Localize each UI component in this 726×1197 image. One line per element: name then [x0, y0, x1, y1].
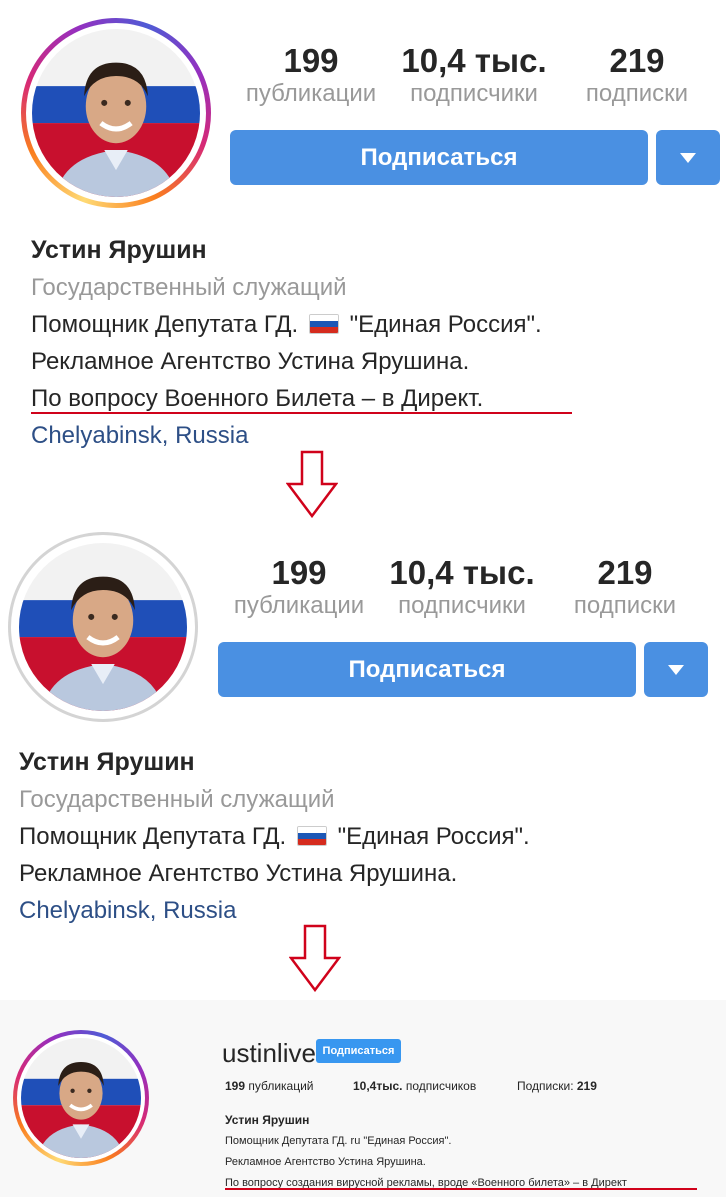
followers-count: 10,4 тыс.: [401, 42, 547, 79]
stat-following[interactable]: 219 подписки: [562, 554, 688, 620]
down-arrow-icon: [289, 924, 341, 992]
posts-label: публикации: [233, 592, 365, 619]
bio-section: Устин Ярушин Государственный служащий По…: [19, 744, 709, 929]
bio-section: Устин Ярушин Помощник Депутата ГД. ru "Е…: [225, 1110, 627, 1194]
avatar-story-ring[interactable]: [13, 1030, 149, 1166]
bio-line-1-prefix: Помощник Депутата ГД.: [19, 823, 287, 850]
bio-line-3-highlight: По вопросу Военного Билета – в Директ: [31, 385, 477, 412]
caret-down-icon: [680, 152, 696, 163]
profile-name: Устин Ярушин: [19, 748, 195, 776]
stat-followers[interactable]: 10,4 тыс. подписчики: [397, 42, 551, 108]
following-count: 219: [597, 554, 653, 591]
suggestions-dropdown-button[interactable]: [644, 642, 708, 697]
profile-name: Устин Ярушин: [31, 236, 207, 264]
bio-line-2: Рекламное Агентство Устина Ярушина.: [225, 1156, 426, 1168]
profile-panel-original: 199 публикации 10,4 тыс. подписчики 219 …: [0, 0, 726, 460]
bio-line-1: Помощник Депутата ГД. "Единая Россия".: [31, 306, 711, 343]
avatar-ring[interactable]: [8, 532, 198, 722]
avatar[interactable]: [21, 1038, 141, 1158]
stat-following[interactable]: Подписки: 219: [517, 1079, 597, 1093]
bio-line-1-prefix: Помощник Депутата ГД.: [31, 311, 299, 338]
russia-flag-icon: [308, 314, 339, 334]
posts-label: публикации: [245, 80, 377, 107]
stat-followers[interactable]: 10,4 тыс. подписчики: [385, 554, 539, 620]
profile-panel-edited: 199 публикации 10,4 тыс. подписчики 219 …: [0, 528, 726, 933]
stat-posts[interactable]: 199 публикаций: [225, 1079, 314, 1093]
following-label: Подписки:: [517, 1079, 574, 1093]
avatar-story-ring[interactable]: [21, 18, 211, 208]
profile-category: Государственный служащий: [19, 786, 335, 813]
suggestions-dropdown-button[interactable]: [656, 130, 720, 185]
avatar[interactable]: [19, 543, 187, 711]
down-arrow-icon: [286, 450, 338, 518]
followers-label: подписчики: [398, 592, 526, 619]
profile-panel-web: ustinlive Подписаться 199 публикаций 10,…: [0, 1000, 726, 1197]
stat-posts[interactable]: 199 публикации: [224, 554, 374, 620]
stat-posts[interactable]: 199 публикации: [236, 42, 386, 108]
russia-flag-icon: [296, 826, 327, 846]
location-link[interactable]: Chelyabinsk, Russia: [31, 417, 711, 454]
red-underline-annotation: [31, 412, 572, 414]
follow-button[interactable]: Подписаться: [218, 642, 636, 697]
red-underline-annotation: [225, 1188, 697, 1190]
avatar[interactable]: [32, 29, 200, 197]
posts-label: публикаций: [248, 1079, 314, 1093]
caret-down-icon: [668, 664, 684, 675]
posts-count: 199: [283, 42, 339, 79]
stat-following[interactable]: 219 подписки: [574, 42, 700, 108]
bio-line-2: Рекламное Агентство Устина Ярушина.: [31, 348, 470, 375]
bio-line-1: Помощник Депутата ГД. "Единая Россия".: [19, 818, 709, 855]
location-link[interactable]: Chelyabinsk, Russia: [19, 892, 709, 929]
follow-button[interactable]: Подписаться: [230, 130, 648, 185]
avatar-photo-icon: [21, 1038, 141, 1158]
avatar-photo-icon: [32, 29, 200, 197]
bio-line-1-suffix: "Единая Россия".: [349, 311, 542, 338]
followers-label: подписчики: [410, 80, 538, 107]
followers-count: 10,4тыс.: [353, 1079, 403, 1093]
profile-category: Государственный служащий: [31, 274, 347, 301]
bio-line-1: Помощник Депутата ГД. ru "Единая Россия"…: [225, 1135, 452, 1147]
bio-line-3-tail: .: [476, 385, 484, 412]
followers-label: подписчиков: [405, 1079, 477, 1093]
follow-button[interactable]: Подписаться: [316, 1039, 401, 1063]
following-count: 219: [576, 1079, 597, 1093]
bio-line-1-suffix: "Единая Россия".: [337, 823, 530, 850]
followers-count: 10,4 тыс.: [389, 554, 535, 591]
bio-section: Устин Ярушин Государственный служащий По…: [31, 232, 711, 454]
posts-count: 199: [271, 554, 327, 591]
following-label: подписки: [585, 80, 689, 107]
following-count: 219: [609, 42, 665, 79]
posts-count: 199: [225, 1079, 246, 1093]
following-label: подписки: [573, 592, 677, 619]
bio-line-3: По вопросу создания вирусной рекламы, вр…: [225, 1177, 627, 1189]
stat-followers[interactable]: 10,4тыс. подписчиков: [353, 1079, 476, 1093]
avatar-photo-icon: [19, 543, 187, 711]
bio-line-2: Рекламное Агентство Устина Ярушина.: [19, 860, 458, 887]
username: ustinlive: [222, 1038, 316, 1068]
profile-name: Устин Ярушин: [225, 1113, 310, 1127]
